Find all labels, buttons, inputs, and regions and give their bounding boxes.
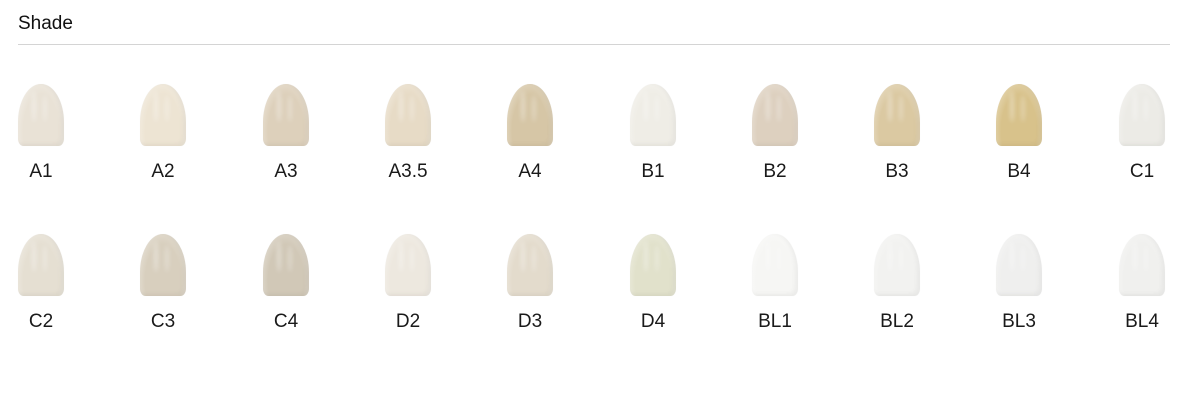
tooth-swatch-icon [507,234,553,296]
shade-option-c2[interactable]: C2 [0,234,91,344]
shade-label: B3 [885,161,909,182]
tooth-swatch-icon [752,234,798,296]
shade-label: C2 [28,311,54,332]
shade-option-a2[interactable]: A2 [113,84,213,194]
shade-label: A4 [518,161,542,182]
shade-label: BL3 [1002,311,1036,332]
shade-label: D3 [517,311,543,332]
shade-option-b2[interactable]: B2 [725,84,825,194]
tooth-swatch-icon [385,234,431,296]
shade-label: A3.5 [388,161,428,182]
shade-option-bl1[interactable]: BL1 [725,234,825,344]
shade-option-a3-5[interactable]: A3.5 [358,84,458,194]
shade-label: D2 [395,311,421,332]
tooth-swatch-icon [263,234,309,296]
shade-grid: A1 A2 A3 A3.5 A4 B1 B2 B3 B4 C1 C2 C3 C4 D2 D3 D4 BL1 BL2… [0,0,1187,403]
tooth-swatch-icon [507,84,553,146]
shade-label: D4 [640,311,666,332]
tooth-swatch-icon [18,84,64,146]
shade-option-c1[interactable]: C1 [1092,84,1187,194]
shade-label: C4 [273,311,299,332]
tooth-swatch-icon [630,234,676,296]
shade-option-b4[interactable]: B4 [969,84,1069,194]
shade-label: B4 [1007,161,1031,182]
shade-option-bl3[interactable]: BL3 [969,234,1069,344]
shade-option-bl4[interactable]: BL4 [1092,234,1187,344]
tooth-swatch-icon [385,84,431,146]
tooth-swatch-icon [1119,234,1165,296]
shade-label: A1 [29,161,53,182]
tooth-swatch-icon [630,84,676,146]
shade-option-bl2[interactable]: BL2 [847,234,947,344]
tooth-swatch-icon [874,84,920,146]
shade-label: B2 [763,161,787,182]
shade-option-a4[interactable]: A4 [480,84,580,194]
shade-label: BL1 [758,311,792,332]
shade-option-d2[interactable]: D2 [358,234,458,344]
shade-option-c4[interactable]: C4 [236,234,336,344]
tooth-swatch-icon [996,234,1042,296]
shade-option-b1[interactable]: B1 [603,84,703,194]
shade-option-d4[interactable]: D4 [603,234,703,344]
shade-label: BL2 [880,311,914,332]
shade-label: C3 [150,311,176,332]
tooth-swatch-icon [263,84,309,146]
shade-option-b3[interactable]: B3 [847,84,947,194]
shade-label: BL4 [1125,311,1159,332]
shade-option-c3[interactable]: C3 [113,234,213,344]
tooth-swatch-icon [140,234,186,296]
shade-label: A2 [151,161,175,182]
tooth-swatch-icon [1119,84,1165,146]
tooth-swatch-icon [996,84,1042,146]
shade-label: C1 [1129,161,1155,182]
shade-label: A3 [274,161,298,182]
shade-option-d3[interactable]: D3 [480,234,580,344]
tooth-swatch-icon [18,234,64,296]
tooth-swatch-icon [140,84,186,146]
shade-label: B1 [641,161,665,182]
shade-option-a1[interactable]: A1 [0,84,91,194]
shade-option-a3[interactable]: A3 [236,84,336,194]
tooth-swatch-icon [752,84,798,146]
tooth-swatch-icon [874,234,920,296]
